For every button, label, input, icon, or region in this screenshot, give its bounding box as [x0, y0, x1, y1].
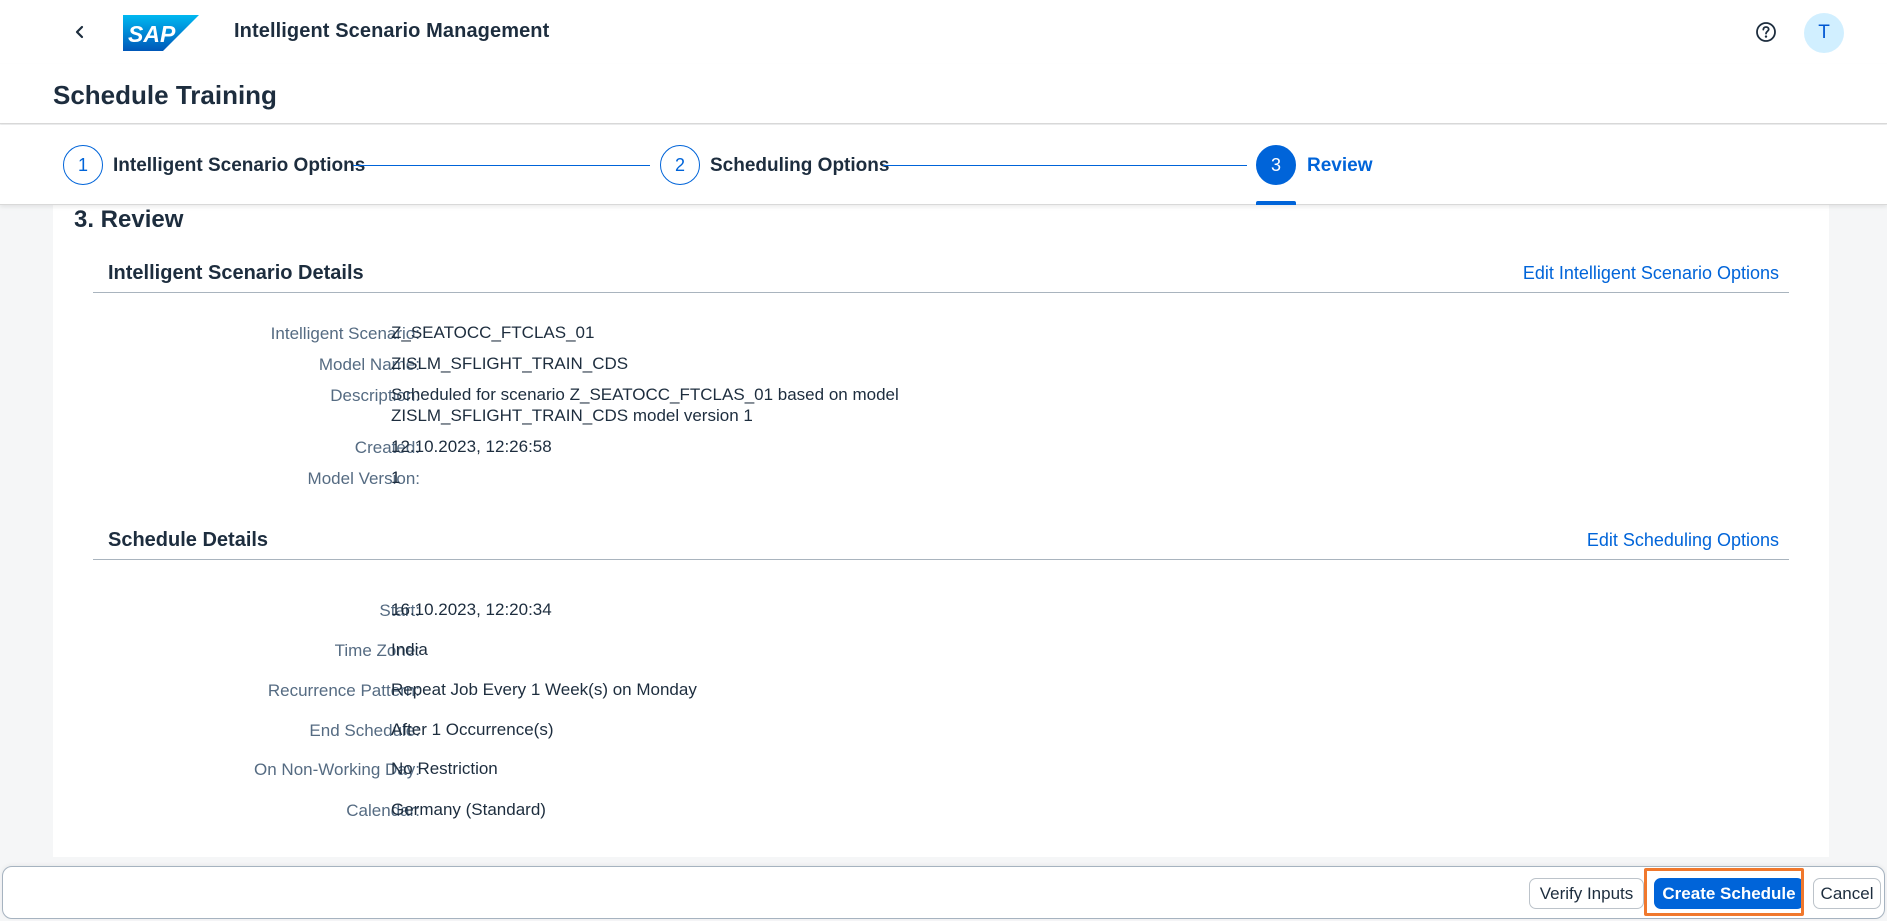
user-avatar[interactable]: T — [1804, 13, 1844, 53]
field-value: Repeat Job Every 1 Week(s) on Monday — [391, 680, 697, 699]
sap-logo: SAP — [123, 15, 199, 51]
step-3-label[interactable]: Review — [1307, 155, 1372, 177]
question-circle-icon — [1756, 22, 1776, 42]
cancel-button[interactable]: Cancel — [1813, 878, 1881, 909]
field-value-line2: ZISLM_SFLIGHT_TRAIN_CDS model version 1 — [391, 406, 753, 425]
field-value: 1 — [391, 468, 401, 487]
edit-scenario-options-link[interactable]: Edit Intelligent Scenario Options — [1523, 263, 1779, 284]
step-2-indicator[interactable]: 2 — [660, 145, 700, 185]
verify-inputs-button[interactable]: Verify Inputs — [1529, 878, 1644, 909]
field-value: India — [391, 640, 428, 659]
step-1-label[interactable]: Intelligent Scenario Options — [113, 155, 365, 177]
review-heading: 3. Review — [74, 206, 184, 233]
page-title: Schedule Training — [53, 80, 277, 110]
step-connector — [883, 165, 1247, 166]
help-button[interactable] — [1750, 16, 1782, 48]
step-connector — [353, 165, 650, 166]
back-button[interactable] — [64, 16, 96, 48]
field-value: 16.10.2023, 12:20:34 — [391, 600, 552, 619]
step-3-indicator[interactable]: 3 — [1256, 145, 1296, 185]
field-value: ZISLM_SFLIGHT_TRAIN_CDS — [391, 354, 629, 373]
shell-bar: SAP Intelligent Scenario Management T — [0, 0, 1887, 64]
step-1-indicator[interactable]: 1 — [63, 145, 103, 185]
scenario-details-title: Intelligent Scenario Details — [108, 262, 364, 284]
field-value: No Restriction — [391, 759, 498, 778]
edit-scheduling-options-link[interactable]: Edit Scheduling Options — [1587, 530, 1779, 551]
schedule-details-title: Schedule Details — [108, 529, 269, 551]
chevron-left-icon — [75, 25, 84, 39]
create-schedule-button[interactable]: Create Schedule — [1654, 878, 1804, 909]
field-value: 12.10.2023, 12:26:58 — [391, 437, 552, 456]
section-divider — [93, 559, 1789, 560]
review-content: 3. Review Intelligent Scenario Details E… — [53, 205, 1829, 857]
field-value: Z_SEATOCC_FTCLAS_01 — [391, 323, 595, 342]
field-value: Germany (Standard) — [391, 800, 546, 819]
field-label: Model Version: — [307, 469, 420, 488]
wizard-progress: 1 Intelligent Scenario Options 2 Schedul… — [0, 125, 1887, 205]
step-2-label[interactable]: Scheduling Options — [710, 155, 889, 177]
app-title: Intelligent Scenario Management — [234, 20, 550, 42]
page-header: Schedule Training — [0, 64, 1887, 124]
field-value: Scheduled for scenario Z_SEATOCC_FTCLAS_… — [391, 385, 899, 404]
active-step-indicator — [1256, 201, 1296, 205]
section-divider — [93, 292, 1789, 293]
field-value: After 1 Occurrence(s) — [391, 720, 554, 739]
footer-toolbar: Verify Inputs Create Schedule Cancel — [2, 866, 1885, 919]
svg-text:SAP: SAP — [128, 21, 176, 47]
